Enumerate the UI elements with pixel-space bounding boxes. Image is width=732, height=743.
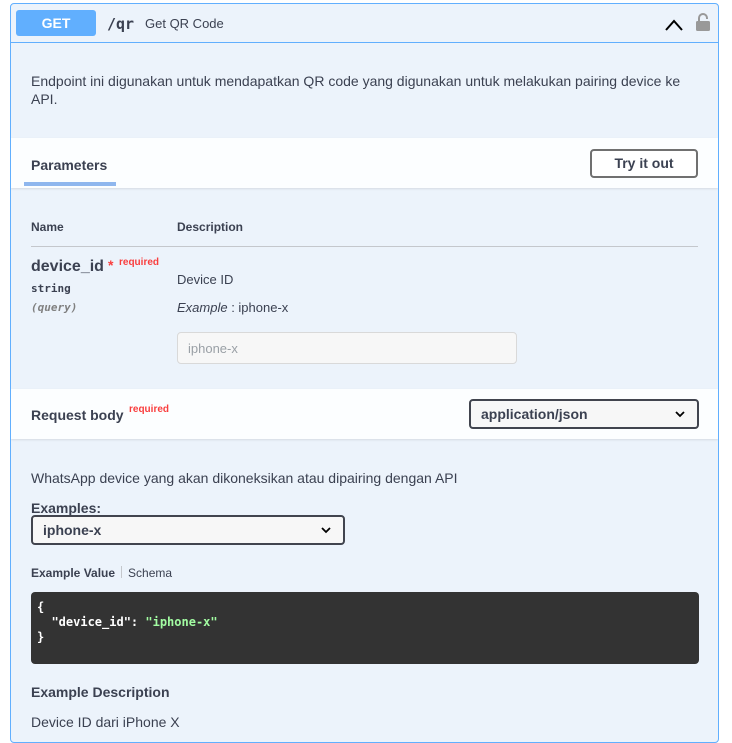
example-separator: : bbox=[227, 300, 239, 315]
request-body-title: Request body bbox=[31, 407, 124, 423]
operation-summary-text: Get QR Code bbox=[145, 16, 224, 31]
try-it-out-button[interactable]: Try it out bbox=[590, 149, 698, 178]
examples-select-value: iphone-x bbox=[43, 522, 102, 538]
tab-active-indicator bbox=[24, 182, 116, 186]
code-value: "iphone-x" bbox=[145, 615, 218, 629]
examples-label: Examples: bbox=[31, 500, 102, 516]
method-badge: GET bbox=[16, 10, 96, 36]
example-tabs: Example Value Schema bbox=[31, 566, 172, 580]
column-header-name: Name bbox=[31, 220, 64, 234]
content-type-select[interactable]: application/json bbox=[469, 399, 699, 429]
code-line-field: "device_id": "iphone-x" bbox=[37, 615, 693, 630]
operation-path: /qr bbox=[107, 15, 135, 33]
parameter-description: Device ID bbox=[177, 272, 234, 287]
example-label: Example bbox=[177, 300, 228, 315]
chevron-down-icon bbox=[321, 527, 331, 534]
example-description-text: Device ID dari iPhone X bbox=[31, 714, 180, 730]
tab-parameters[interactable]: Parameters bbox=[31, 157, 107, 173]
example-code-block: { "device_id": "iphone-x" } bbox=[31, 592, 699, 664]
operation-description: Endpoint ini digunakan untuk mendapatkan… bbox=[31, 73, 681, 107]
chevron-up-icon[interactable] bbox=[663, 16, 685, 34]
tab-separator bbox=[121, 566, 123, 578]
request-body-description: WhatsApp device yang akan dikoneksikan a… bbox=[31, 470, 458, 486]
column-header-description: Description bbox=[177, 220, 244, 234]
column-divider bbox=[31, 246, 698, 247]
code-line-open: { bbox=[37, 600, 45, 614]
required-star: * bbox=[108, 257, 114, 273]
parameters-header: Parameters Try it out bbox=[11, 138, 718, 188]
tab-schema[interactable]: Schema bbox=[128, 566, 172, 580]
operation-block: GET /qr Get QR Code Endpoint ini digunak… bbox=[10, 3, 719, 743]
operation-description-area: Endpoint ini digunakan untuk mendapatkan… bbox=[11, 44, 718, 139]
required-label: required bbox=[119, 257, 160, 268]
parameter-type: string bbox=[31, 282, 71, 295]
example-value: iphone-x bbox=[238, 300, 289, 315]
request-body-header: Request body required application/json bbox=[11, 389, 718, 439]
parameter-example: Example : iphone-x bbox=[177, 300, 288, 315]
content-type-value: application/json bbox=[481, 406, 588, 422]
parameter-location: (query) bbox=[31, 301, 78, 314]
code-line-close: } bbox=[37, 630, 45, 644]
request-body-required-label: required bbox=[129, 404, 170, 415]
device-id-input[interactable] bbox=[177, 332, 517, 364]
lock-icon[interactable] bbox=[695, 12, 711, 32]
chevron-down-icon bbox=[675, 411, 685, 418]
example-description-title: Example Description bbox=[31, 684, 170, 700]
operation-summary[interactable]: GET /qr Get QR Code bbox=[11, 4, 718, 43]
code-key: "device_id": bbox=[37, 615, 146, 629]
parameter-name: device_id bbox=[31, 258, 104, 275]
tab-example-value[interactable]: Example Value bbox=[31, 566, 115, 580]
examples-select[interactable]: iphone-x bbox=[31, 515, 345, 545]
